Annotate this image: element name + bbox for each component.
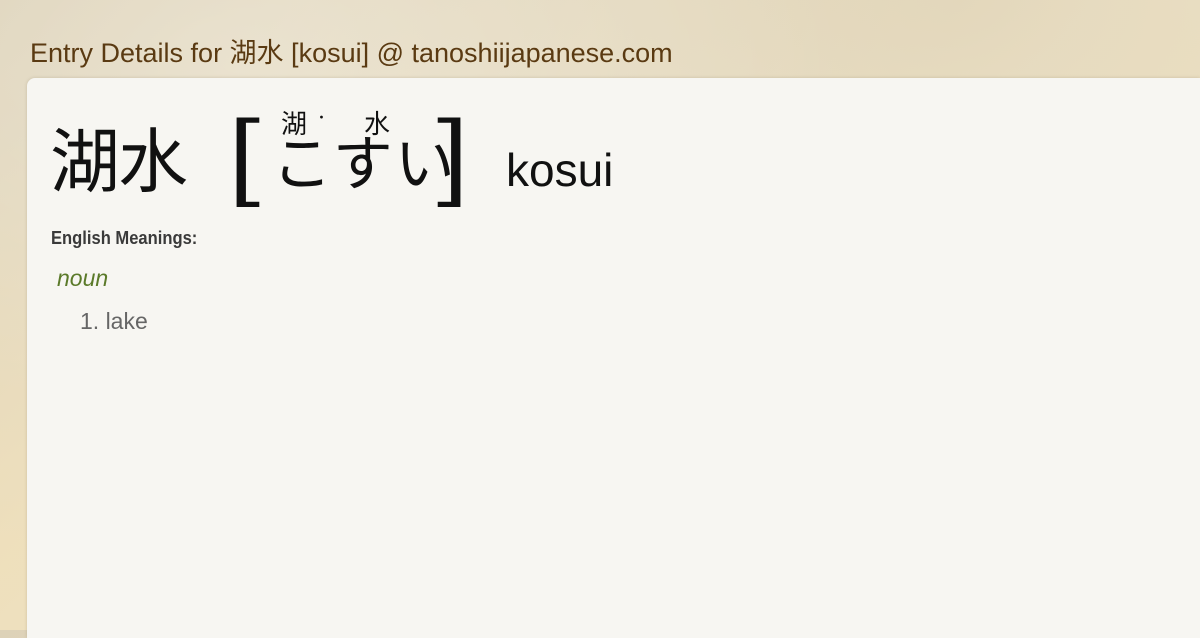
entry-romaji: kosui xyxy=(506,144,614,196)
reading-bracket-close: ] xyxy=(430,101,470,218)
entry-card xyxy=(27,78,1200,638)
meaning-item: 1. lake xyxy=(80,308,148,334)
entry-kanji: 湖水 xyxy=(50,121,188,203)
furigana-separator: · xyxy=(318,106,325,131)
page-title: Entry Details for 湖水 [kosui] @ tanoshiij… xyxy=(30,38,673,68)
reading-bracket-open: [ xyxy=(228,101,268,218)
part-of-speech: noun xyxy=(57,265,109,291)
meanings-list: 1. lake xyxy=(80,308,148,335)
english-meanings-heading: English Meanings: xyxy=(51,228,198,248)
